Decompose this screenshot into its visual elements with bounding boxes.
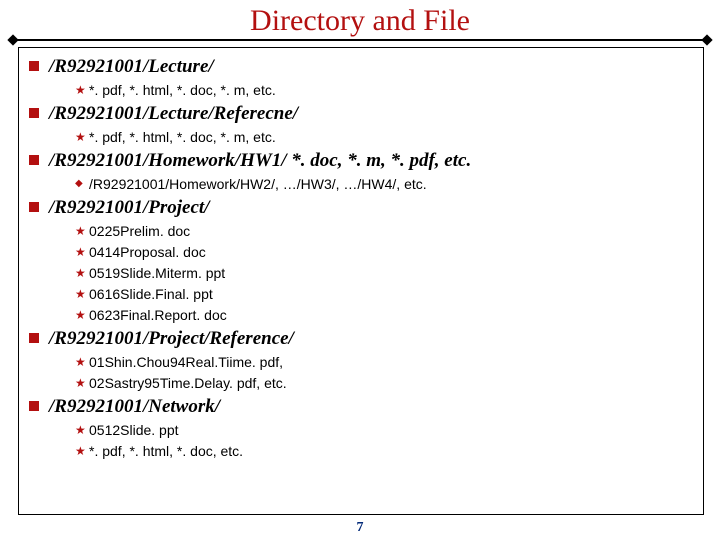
item-text: 0512Slide. ppt — [89, 421, 179, 439]
section-heading: /R92921001/Project/ — [29, 197, 693, 219]
section-items: ★ 0512Slide. ppt ★ *. pdf, *. html, *. d… — [75, 421, 693, 460]
heading-text: /R92921001/Homework/HW1/ *. doc, *. m, *… — [49, 150, 471, 172]
slide-title: Directory and File — [250, 4, 470, 37]
list-item: ★ *. pdf, *. html, *. doc, *. m, etc. — [75, 128, 693, 146]
item-text: *. pdf, *. html, *. doc, *. m, etc. — [89, 128, 276, 146]
star-bullet-icon: ★ — [75, 442, 89, 460]
square-bullet-icon — [29, 202, 39, 212]
item-text: 0623Final.Report. doc — [89, 306, 227, 324]
title-divider — [12, 39, 708, 41]
item-text: 0616Slide.Final. ppt — [89, 285, 213, 303]
heading-text: /R92921001/Lecture/Referecne/ — [49, 103, 298, 125]
page-number: 7 — [0, 520, 720, 536]
item-text: 0225Prelim. doc — [89, 222, 190, 240]
square-bullet-icon — [29, 401, 39, 411]
content-box: /R92921001/Lecture/ ★ *. pdf, *. html, *… — [18, 47, 704, 515]
list-item: ★ 0623Final.Report. doc — [75, 306, 693, 324]
item-text: 0519Slide.Miterm. ppt — [89, 264, 225, 282]
list-item: ★ *. pdf, *. html, *. doc, *. m, etc. — [75, 81, 693, 99]
diamond-bullet-icon: ◆ — [75, 175, 89, 193]
section-items: ◆ /R92921001/Homework/HW2/, …/HW3/, …/HW… — [75, 175, 693, 193]
section-heading: /R92921001/Lecture/ — [29, 56, 693, 78]
list-item: ★ 0512Slide. ppt — [75, 421, 693, 439]
slide: Directory and File /R92921001/Lecture/ ★… — [0, 0, 720, 540]
list-item: ★ 01Shin.Chou94Real.Tiime. pdf, — [75, 353, 693, 371]
list-item: ◆ /R92921001/Homework/HW2/, …/HW3/, …/HW… — [75, 175, 693, 193]
list-item: ★ 0414Proposal. doc — [75, 243, 693, 261]
section-items: ★ 01Shin.Chou94Real.Tiime. pdf, ★ 02Sast… — [75, 353, 693, 392]
item-text: /R92921001/Homework/HW2/, …/HW3/, …/HW4/… — [89, 175, 427, 193]
item-text: 02Sastry95Time.Delay. pdf, etc. — [89, 374, 287, 392]
square-bullet-icon — [29, 61, 39, 71]
star-bullet-icon: ★ — [75, 243, 89, 261]
heading-text: /R92921001/Project/ — [49, 197, 209, 219]
heading-text: /R92921001/Project/Reference/ — [49, 328, 294, 350]
heading-text: /R92921001/Network/ — [49, 396, 220, 418]
square-bullet-icon — [29, 333, 39, 343]
square-bullet-icon — [29, 108, 39, 118]
list-item: ★ *. pdf, *. html, *. doc, etc. — [75, 442, 693, 460]
star-bullet-icon: ★ — [75, 306, 89, 324]
title-area: Directory and File — [0, 0, 720, 37]
list-item: ★ 0616Slide.Final. ppt — [75, 285, 693, 303]
list-item: ★ 0225Prelim. doc — [75, 222, 693, 240]
list-item: ★ 0519Slide.Miterm. ppt — [75, 264, 693, 282]
item-text: 0414Proposal. doc — [89, 243, 206, 261]
star-bullet-icon: ★ — [75, 222, 89, 240]
section-heading: /R92921001/Project/Reference/ — [29, 328, 693, 350]
item-text: *. pdf, *. html, *. doc, *. m, etc. — [89, 81, 276, 99]
star-bullet-icon: ★ — [75, 421, 89, 439]
star-bullet-icon: ★ — [75, 374, 89, 392]
section-items: ★ *. pdf, *. html, *. doc, *. m, etc. — [75, 81, 693, 99]
section-heading: /R92921001/Network/ — [29, 396, 693, 418]
item-text: 01Shin.Chou94Real.Tiime. pdf, — [89, 353, 283, 371]
star-bullet-icon: ★ — [75, 285, 89, 303]
section-heading: /R92921001/Lecture/Referecne/ — [29, 103, 693, 125]
section-items: ★ 0225Prelim. doc ★ 0414Proposal. doc ★ … — [75, 222, 693, 324]
star-bullet-icon: ★ — [75, 128, 89, 146]
item-text: *. pdf, *. html, *. doc, etc. — [89, 442, 243, 460]
star-bullet-icon: ★ — [75, 81, 89, 99]
star-bullet-icon: ★ — [75, 264, 89, 282]
heading-text: /R92921001/Lecture/ — [49, 56, 214, 78]
section-items: ★ *. pdf, *. html, *. doc, *. m, etc. — [75, 128, 693, 146]
list-item: ★ 02Sastry95Time.Delay. pdf, etc. — [75, 374, 693, 392]
star-bullet-icon: ★ — [75, 353, 89, 371]
square-bullet-icon — [29, 155, 39, 165]
section-heading: /R92921001/Homework/HW1/ *. doc, *. m, *… — [29, 150, 693, 172]
